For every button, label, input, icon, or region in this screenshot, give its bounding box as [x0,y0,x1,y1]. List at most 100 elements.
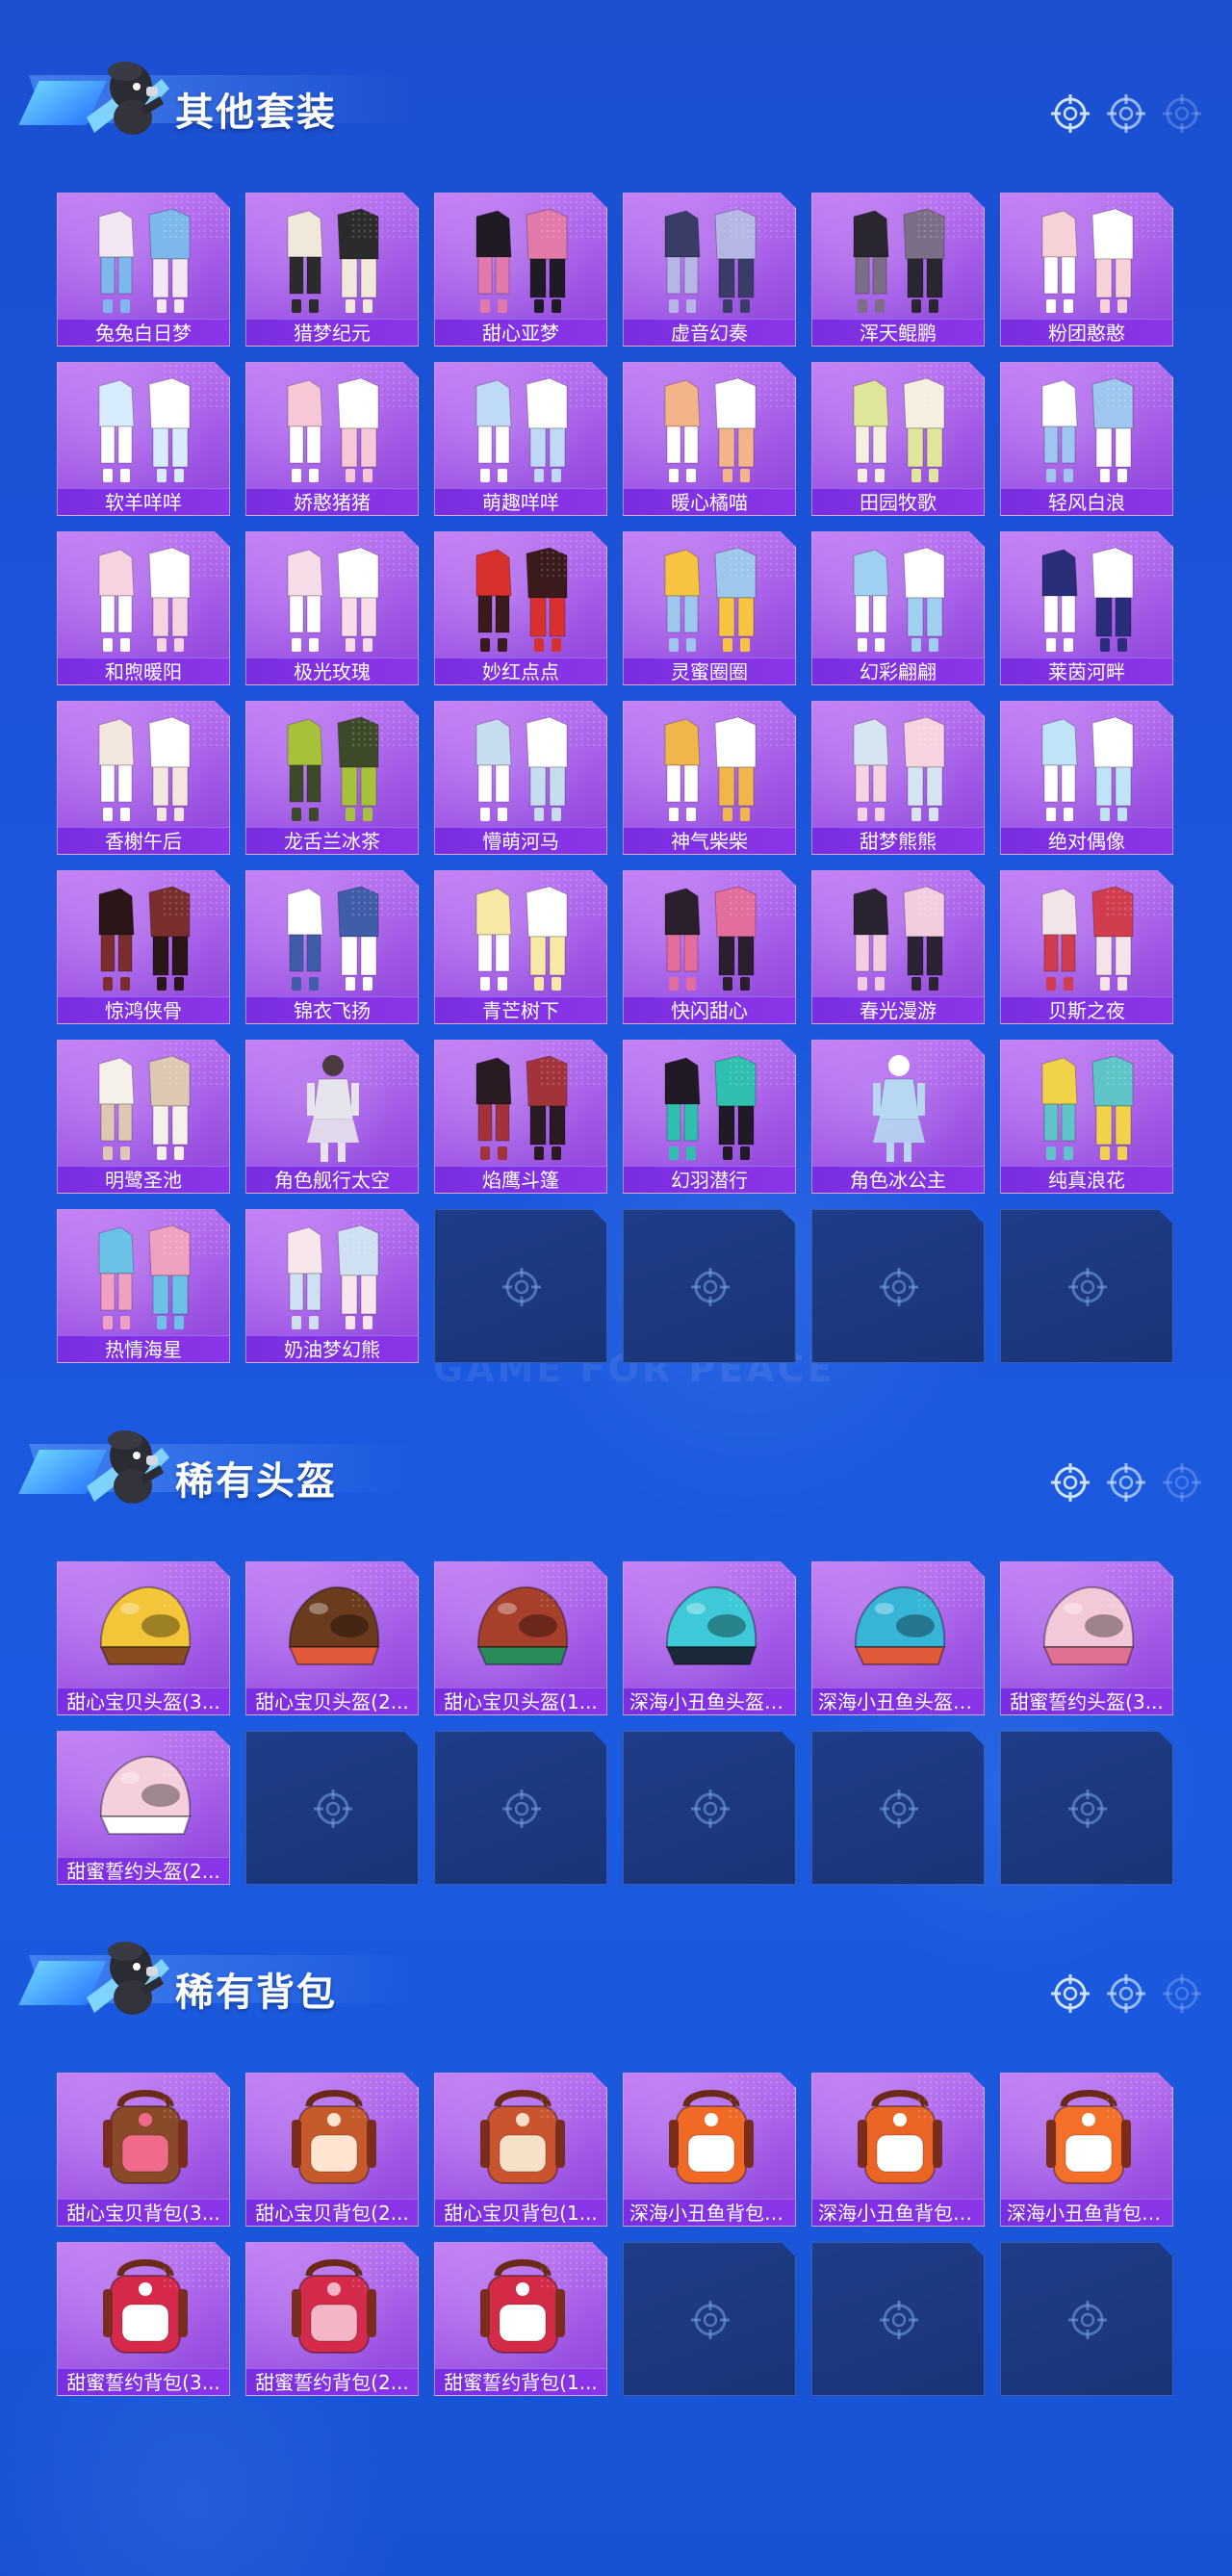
item-card[interactable]: 明鹭圣池 [57,1040,230,1194]
item-card[interactable]: 深海小丑鱼头盔(... [811,1561,985,1715]
item-name: 甜心宝贝头盔(1... [435,1687,606,1714]
outfit-icon [1025,881,1150,994]
item-name: 灵蜜圈圈 [624,657,795,684]
section-header: 稀有背包 [18,1919,1203,2024]
item-name: 贝斯之夜 [1001,996,1172,1023]
item-name: 绝对偶像 [1001,827,1172,854]
item-card[interactable]: 懵萌河马 [434,701,607,855]
item-card[interactable]: 软羊咩咩 [57,362,230,516]
outfit-icon [648,711,773,825]
empty-slot [1000,2242,1173,2396]
item-grid: 甜心宝贝头盔(3... 甜心宝贝头盔(2... 甜心宝贝头盔(1... 深海小丑… [57,1561,1173,1885]
section-rare-helmets: 稀有头盔 甜心宝贝头盔(3... 甜心宝贝头盔(2... 甜心宝贝头盔(1...… [0,1407,1232,1908]
item-card[interactable]: 虚音幻奏 [623,193,796,347]
item-card[interactable]: 青芒树下 [434,870,607,1024]
section-title: 稀有背包 [175,1971,337,2015]
item-name: 锦衣飞扬 [246,996,418,1023]
item-name: 神气柴柴 [624,827,795,854]
item-card[interactable]: 深海小丑鱼背包(... [1000,2073,1173,2227]
outfit-icon [270,1220,396,1333]
outfit-icon [82,1220,207,1333]
item-card[interactable]: 深海小丑鱼背包(... [623,2073,796,2227]
item-card[interactable]: 龙舌兰冰茶 [245,701,419,855]
item-card[interactable]: 焰鹰斗篷 [434,1040,607,1194]
item-card[interactable]: 甜心宝贝背包(3... [57,2073,230,2227]
item-card[interactable]: 甜心宝贝背包(1... [434,2073,607,2227]
item-card[interactable]: 甜蜜誓约背包(3... [57,2242,230,2396]
item-card[interactable]: 幻羽潜行 [623,1040,796,1194]
mascot-icon [77,50,173,142]
item-card[interactable]: 轻风白浪 [1000,362,1173,516]
item-card[interactable]: 甜心亚梦 [434,193,607,347]
item-card[interactable]: 绝对偶像 [1000,701,1173,855]
item-grid: 兔兔白日梦 猎梦纪元 甜心亚梦 虚音幻奏 浑天鲲鹏 粉团憨憨 软羊咩咩 娇憨猪猪… [57,193,1173,1363]
outfit-icon [270,203,396,317]
item-card[interactable]: 热情海星 [57,1209,230,1363]
outfit-icon [82,711,207,825]
item-card[interactable]: 暖心橘喵 [623,362,796,516]
outfit-icon [459,881,584,994]
item-card[interactable]: 春光漫游 [811,870,985,1024]
item-card[interactable]: 角色舰行太空 [245,1040,419,1194]
crosshair-icon [689,2299,732,2341]
item-name: 懵萌河马 [435,827,606,854]
crosshair-icon [1066,1266,1109,1308]
item-card[interactable]: 田园牧歌 [811,362,985,516]
item-name: 惊鸿侠骨 [58,996,229,1023]
outfit-icon [82,881,207,994]
item-card[interactable]: 纯真浪花 [1000,1040,1173,1194]
backpack-icon [459,2253,584,2366]
item-card[interactable]: 甜心宝贝头盔(2... [245,1561,419,1715]
item-grid: 甜心宝贝背包(3... 甜心宝贝背包(2... 甜心宝贝背包(1... 深海小丑… [57,2073,1173,2396]
crosshair-icon [878,2299,920,2341]
item-card[interactable]: 幻彩翩翩 [811,531,985,685]
outfit-icon [270,542,396,656]
item-card[interactable]: 妙红点点 [434,531,607,685]
item-card[interactable]: 和煦暖阳 [57,531,230,685]
section-rare-backpacks: 稀有背包 甜心宝贝背包(3... 甜心宝贝背包(2... 甜心宝贝背包(1...… [0,1919,1232,2419]
item-card[interactable]: 角色冰公主 [811,1040,985,1194]
item-name: 快闪甜心 [624,996,795,1023]
crosshair-icon [1049,1461,1091,1504]
outfit-icon [648,542,773,656]
item-name: 角色舰行太空 [246,1166,418,1193]
item-card[interactable]: 甜蜜誓约头盔(3... [1000,1561,1173,1715]
item-card[interactable]: 灵蜜圈圈 [623,531,796,685]
item-card[interactable]: 深海小丑鱼背包(... [811,2073,985,2227]
item-card[interactable]: 深海小丑鱼头盔(... [623,1561,796,1715]
item-card[interactable]: 神气柴柴 [623,701,796,855]
item-card[interactable]: 甜心宝贝头盔(1... [434,1561,607,1715]
item-card[interactable]: 甜蜜誓约头盔(2... [57,1731,230,1885]
outfit-icon [1025,542,1150,656]
item-card[interactable]: 香榭午后 [57,701,230,855]
item-card[interactable]: 甜心宝贝头盔(3... [57,1561,230,1715]
backpack-icon [648,2083,773,2197]
outfit-icon [270,881,396,994]
item-card[interactable]: 娇憨猪猪 [245,362,419,516]
item-name: 娇憨猪猪 [246,488,418,515]
item-card[interactable]: 粉团憨憨 [1000,193,1173,347]
item-card[interactable]: 甜蜜誓约背包(1... [434,2242,607,2396]
crosshair-icon [1161,1972,1203,2015]
outfit-icon [459,711,584,825]
item-card[interactable]: 甜蜜誓约背包(2... [245,2242,419,2396]
item-card[interactable]: 萌趣咩咩 [434,362,607,516]
item-card[interactable]: 莱茵河畔 [1000,531,1173,685]
item-card[interactable]: 猎梦纪元 [245,193,419,347]
item-card[interactable]: 快闪甜心 [623,870,796,1024]
item-card[interactable]: 甜梦熊熊 [811,701,985,855]
item-card[interactable]: 惊鸿侠骨 [57,870,230,1024]
item-card[interactable]: 贝斯之夜 [1000,870,1173,1024]
crosshair-icon [1066,2299,1109,2341]
outfit-icon [648,203,773,317]
item-card[interactable]: 甜心宝贝背包(2... [245,2073,419,2227]
item-card[interactable]: 奶油梦幻熊 [245,1209,419,1363]
item-card[interactable]: 兔兔白日梦 [57,193,230,347]
helmet-icon [836,1572,962,1686]
outfit-icon [270,373,396,486]
item-name: 幻彩翩翩 [812,657,984,684]
item-card[interactable]: 浑天鲲鹏 [811,193,985,347]
item-card[interactable]: 锦衣飞扬 [245,870,419,1024]
item-card[interactable]: 极光玫瑰 [245,531,419,685]
crosshair-icon [1161,1461,1203,1504]
